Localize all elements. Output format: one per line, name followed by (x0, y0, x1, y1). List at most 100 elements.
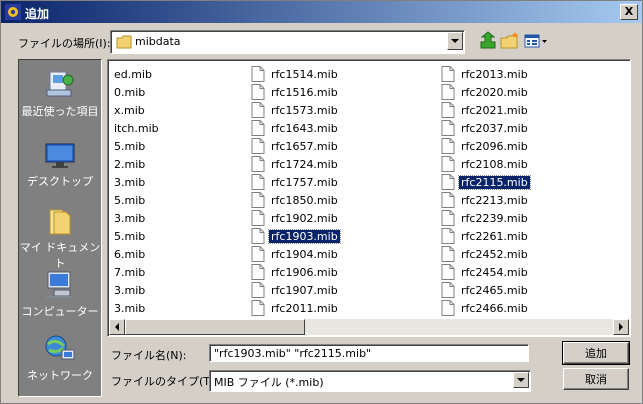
place-recent[interactable]: 最近使った項目 (19, 70, 101, 119)
file-name: rfc2021.mib (461, 104, 528, 117)
scroll-thumb[interactable] (125, 319, 305, 335)
filename-input[interactable]: "rfc1903.mib" "rfc2115.mib" (209, 344, 529, 362)
place-network[interactable]: ネットワーク (19, 334, 101, 383)
file-icon (251, 120, 265, 136)
scroll-left-button[interactable] (109, 319, 125, 335)
file-name: rfc2261.mib (461, 230, 528, 243)
filetype-value: MIB ファイル (*.mib) (214, 376, 324, 389)
file-name: rfc2020.mib (461, 86, 528, 99)
file-icon (441, 174, 455, 190)
file-icon (251, 66, 265, 82)
place-documents[interactable]: マイ ドキュメント (19, 206, 101, 271)
file-name: rfc2011.mib (271, 302, 338, 315)
file-icon (441, 120, 455, 136)
file-icon (441, 192, 455, 208)
documents-folder-icon (49, 209, 71, 235)
lookin-value: mibdata (135, 35, 181, 48)
file-name: 6.mib (114, 248, 146, 261)
file-name: rfc2108.mib (461, 158, 528, 171)
file-name: rfc2213.mib (461, 194, 528, 207)
file-name: 3.mib (114, 284, 146, 297)
file-icon (441, 300, 455, 316)
place-label: デスクトップ (27, 175, 93, 188)
file-name: x.mib (114, 104, 145, 117)
file-name: rfc1902.mib (271, 212, 338, 225)
file-name: rfc1514.mib (271, 68, 338, 81)
file-icon (441, 156, 455, 172)
filename-label: ファイル名(N): (111, 349, 187, 362)
close-button[interactable]: X (620, 4, 638, 20)
file-list[interactable]: ed.mib 0.mib x.mib itch.mib 5.mib 2.mib 3.mib 5… (107, 59, 631, 337)
file-icon (251, 84, 265, 100)
file-icon (441, 282, 455, 298)
file-icon (441, 210, 455, 226)
file-icon (441, 228, 455, 244)
scroll-right-button[interactable] (613, 319, 629, 335)
file-icon (251, 102, 265, 118)
file-name: rfc1904.mib (271, 248, 338, 261)
file-name: ed.mib (114, 68, 153, 81)
file-icon (251, 210, 265, 226)
filetype-label: ファイルのタイプ(T): (111, 375, 219, 388)
filetype-combo[interactable]: MIB ファイル (*.mib) (209, 370, 531, 392)
file-icon (441, 102, 455, 118)
add-dialog: 追加 X ファイルの場所(I): mibdata 最近使った項目 デスクトップ … (0, 0, 643, 404)
folder-icon (116, 35, 132, 49)
file-name: rfc2096.mib (461, 140, 528, 153)
chevron-right-icon (618, 323, 623, 331)
add-button[interactable]: 追加 (562, 341, 630, 365)
chevron-left-icon (114, 323, 119, 331)
desktop-icon (45, 143, 75, 168)
horizontal-scrollbar[interactable] (109, 319, 629, 335)
chevron-down-icon (517, 377, 525, 382)
app-icon (5, 4, 21, 20)
file-name: 5.mib (114, 194, 146, 207)
title-bar: 追加 X (1, 1, 642, 23)
lookin-combo[interactable]: mibdata (110, 30, 465, 54)
place-label: マイ ドキュメント (19, 241, 101, 270)
file-icon (251, 228, 265, 244)
place-label: 最近使った項目 (21, 105, 99, 118)
file-name: rfc2452.mib (461, 248, 528, 261)
file-icon (251, 264, 265, 280)
lookin-dropdown-arrow[interactable] (447, 32, 463, 50)
file-name: rfc2013.mib (461, 68, 528, 81)
file-name: rfc2454.mib (461, 266, 528, 279)
file-name: rfc2465.mib (461, 284, 528, 297)
filetype-dropdown-arrow[interactable] (513, 372, 529, 388)
file-name: 5.mib (114, 230, 146, 243)
file-icon (251, 192, 265, 208)
file-name: rfc1907.mib (271, 284, 338, 297)
file-name: rfc1643.mib (271, 122, 338, 135)
place-label: コンピューター (21, 305, 99, 318)
chevron-down-icon (451, 38, 459, 43)
file-name: 5.mib (114, 140, 146, 153)
file-name: rfc2037.mib (461, 122, 528, 135)
file-name: rfc1906.mib (271, 266, 338, 279)
file-name: rfc1573.mib (271, 104, 338, 117)
place-label: ネットワーク (27, 369, 93, 382)
computer-icon (46, 271, 72, 298)
file-icon (441, 66, 455, 82)
file-icon (441, 246, 455, 262)
file-name: rfc1724.mib (271, 158, 338, 171)
cancel-button[interactable]: 取消 (563, 368, 629, 390)
file-name: rfc2115.mib (458, 175, 531, 190)
file-name: rfc2466.mib (461, 302, 528, 315)
up-folder-icon[interactable] (477, 31, 499, 51)
new-folder-icon[interactable] (499, 31, 521, 51)
view-menu-icon[interactable] (523, 31, 549, 51)
file-name: 0.mib (114, 86, 146, 99)
file-name: 7.mib (114, 266, 146, 279)
file-name: rfc1516.mib (271, 86, 338, 99)
file-name: rfc2239.mib (461, 212, 528, 225)
places-bar: 最近使った項目 デスクトップ マイ ドキュメント コンピューター ネットワーク (18, 59, 102, 397)
file-name: rfc1757.mib (271, 176, 338, 189)
recent-items-icon (46, 71, 74, 97)
network-icon (45, 335, 75, 360)
file-name: rfc1657.mib (271, 140, 338, 153)
place-computer[interactable]: コンピューター (19, 270, 101, 319)
file-icon (251, 174, 265, 190)
file-icon (441, 138, 455, 154)
place-desktop[interactable]: デスクトップ (19, 142, 101, 189)
